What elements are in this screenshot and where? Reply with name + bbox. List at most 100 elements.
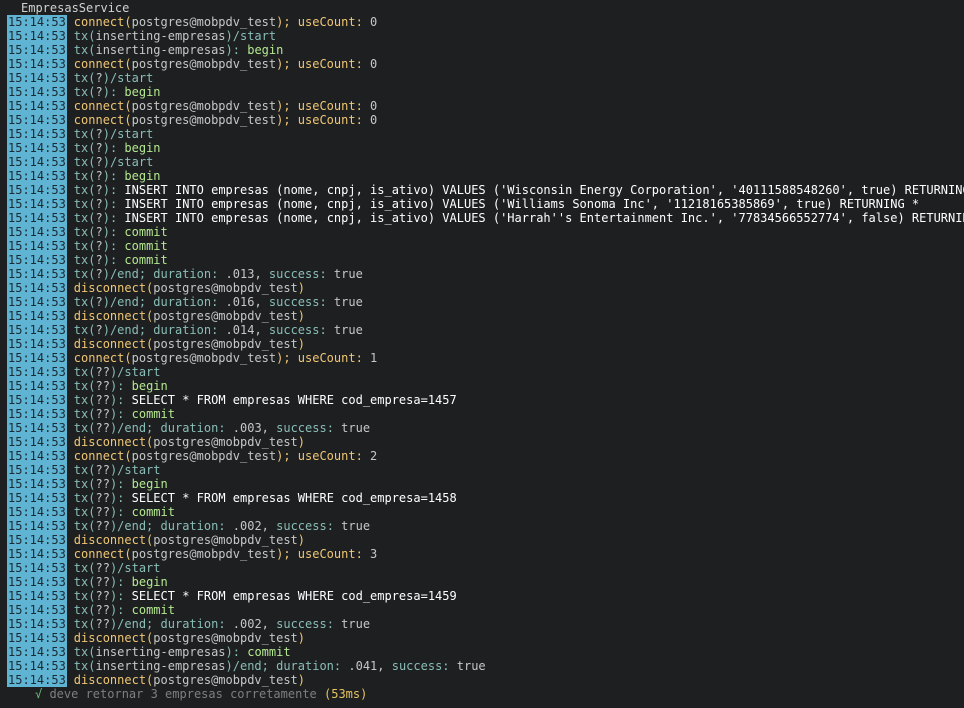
timestamp: 15:14:53 [7, 169, 67, 183]
log-token-connect: connect( [73, 57, 132, 71]
timestamp: 15:14:53 [7, 99, 67, 113]
log-token-tx: )/end; [102, 323, 154, 337]
test-name: deve retornar 3 empresas corretamente [42, 687, 324, 701]
timestamp: 15:14:53 [7, 463, 67, 477]
log-token-start: )/start [109, 561, 161, 575]
timestamp: 15:14:53 [7, 435, 67, 449]
suite-title: EmpresasService [21, 1, 130, 15]
timestamp: 15:14:53 [7, 281, 67, 295]
log-token-tx: tx( [73, 295, 96, 309]
log-token-tx: tx( [73, 267, 96, 281]
log-token-commit: commit [131, 505, 175, 519]
log-token-connect: connect( [73, 113, 132, 127]
test-duration: (53ms) [324, 687, 368, 701]
log-token-tx: tx( [73, 29, 96, 43]
log-token-start: )/start [102, 71, 154, 85]
log-token-arg: ? [95, 225, 103, 239]
log-line: 15:14:53 tx(?)/start [0, 155, 964, 169]
log-token-arg: postgres@mobpdv_test [131, 15, 277, 29]
log-line: 15:14:53 tx(??): SELECT * FROM empresas W… [0, 491, 964, 505]
log-token-connect: connect( [73, 351, 132, 365]
timestamp: 15:14:53 [7, 561, 67, 575]
log-token-arg: ? [95, 295, 103, 309]
log-token-tx: ): [109, 575, 132, 589]
log-token-arg: postgres@mobpdv_test [131, 449, 277, 463]
log-token-num: .003, [225, 421, 277, 435]
log-token-tx: )/end; [102, 295, 154, 309]
log-token-tx: tx( [73, 575, 96, 589]
log-token-connect: connect( [73, 99, 132, 113]
log-token-tx: tx( [73, 379, 96, 393]
log-line: 15:14:53 connect(postgres@mobpdv_test); u… [0, 57, 964, 71]
log-line: 15:14:53 tx(?): begin [0, 85, 964, 99]
log-token-connect: connect( [73, 547, 132, 561]
log-token-begin: begin [124, 85, 161, 99]
log-token-arg: ?? [95, 491, 110, 505]
log-line: 15:14:53 disconnect(postgres@mobpdv_test) [0, 281, 964, 295]
log-line: 15:14:53 tx(?): INSERT INTO empresas (nom… [0, 183, 964, 197]
log-token-arg: inserting-empresas [95, 43, 226, 57]
log-token-tx: ): [109, 589, 132, 603]
timestamp: 15:14:53 [7, 141, 67, 155]
log-token-arg: ? [95, 323, 103, 337]
log-token-begin: begin [124, 141, 161, 155]
timestamp: 15:14:53 [7, 547, 67, 561]
log-token-disconnect: disconnect( [73, 533, 154, 547]
log-token-tx: tx( [73, 603, 96, 617]
log-token-num: .002, [225, 519, 277, 533]
timestamp: 15:14:53 [7, 673, 67, 687]
log-token-txkey: duration: [153, 295, 219, 309]
log-token-arg: ?? [95, 589, 110, 603]
log-token-num: 1 [362, 351, 378, 365]
log-token-key: useCount: [297, 57, 363, 71]
log-token-tx: tx( [73, 659, 96, 673]
log-token-txkey: success: [268, 323, 327, 337]
log-line: 15:14:53 disconnect(postgres@mobpdv_test) [0, 435, 964, 449]
log-token-tx: tx( [73, 589, 96, 603]
log-token-key: useCount: [297, 547, 363, 561]
log-token-arg: ? [95, 267, 103, 281]
log-token-arg: ?? [95, 603, 110, 617]
log-token-tx: tx( [73, 519, 96, 533]
log-token-tx: tx( [73, 505, 96, 519]
timestamp: 15:14:53 [7, 295, 67, 309]
log-token-connect: ); [276, 547, 298, 561]
log-token-txkey: duration: [160, 519, 226, 533]
log-token-arg: inserting-empresas [95, 645, 226, 659]
log-token-connect: connect( [73, 15, 132, 29]
timestamp: 15:14:53 [7, 57, 67, 71]
log-token-arg: ? [95, 127, 103, 141]
log-token-tx: tx( [73, 617, 96, 631]
log-token-tx: ): [109, 477, 132, 491]
timestamp: 15:14:53 [7, 589, 67, 603]
log-token-num: .041, [341, 659, 392, 673]
log-token-tx: tx( [73, 253, 96, 267]
log-token-disconnect: disconnect( [73, 281, 154, 295]
log-line: 15:14:53 tx(??): commit [0, 505, 964, 519]
log-token-arg: ? [95, 253, 103, 267]
log-token-arg: postgres@mobpdv_test [153, 337, 298, 351]
timestamp: 15:14:53 [7, 267, 67, 281]
log-line: 15:14:53 tx(?): begin [0, 141, 964, 155]
timestamp: 15:14:53 [7, 85, 67, 99]
timestamp: 15:14:53 [7, 29, 67, 43]
log-line: 15:14:53 tx(??)/end; duration: .002, succ… [0, 617, 964, 631]
log-token-sql: INSERT INTO empresas (nome, cnpj, is_ati… [124, 197, 920, 211]
log-token-connect: ); [276, 351, 298, 365]
log-token-tx: ): [102, 169, 125, 183]
log-line: 15:14:53 tx(??)/start [0, 463, 964, 477]
log-line: 15:14:53 tx(?): begin [0, 169, 964, 183]
log-token-begin: begin [131, 379, 168, 393]
log-token-arg: postgres@mobpdv_test [153, 281, 298, 295]
log-line: 15:14:53 tx(??)/start [0, 561, 964, 575]
log-token-txkey: success: [276, 421, 334, 435]
log-line: 15:14:53 tx(inserting-empresas)/end; dura… [0, 659, 964, 673]
log-token-num: true [326, 267, 363, 281]
log-line: 15:14:53 tx(??): begin [0, 575, 964, 589]
log-token-commit: commit [124, 253, 168, 267]
log-token-connect: ); [276, 99, 298, 113]
log-token-tx: ): [109, 379, 132, 393]
log-token-arg: ?? [95, 463, 110, 477]
log-token-tx: ): [109, 603, 132, 617]
log-token-sql: INSERT INTO empresas (nome, cnpj, is_ati… [124, 183, 964, 197]
